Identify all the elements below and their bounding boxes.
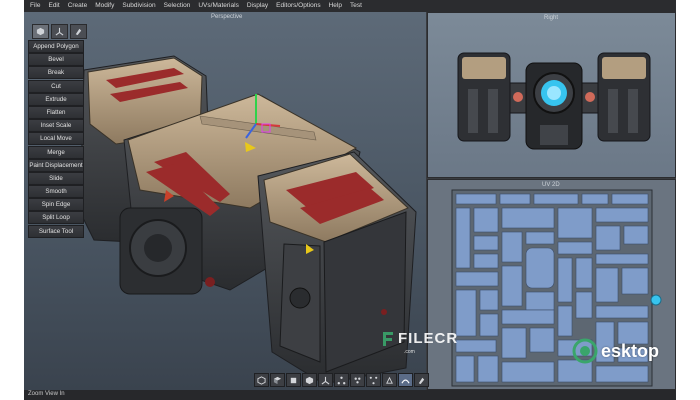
select-edge-icon[interactable] [286, 373, 301, 387]
tool-inset-scale[interactable]: Inset Scale [28, 119, 84, 133]
menu-uvs-materials[interactable]: UVs/Materials [198, 0, 238, 12]
menu-create[interactable]: Create [68, 0, 88, 12]
menu-test[interactable]: Test [350, 0, 362, 12]
scale-icon[interactable] [366, 373, 381, 387]
transform-icon[interactable] [334, 373, 349, 387]
tool-smooth[interactable]: Smooth [28, 185, 84, 199]
filecr-watermark-subtext: .com [404, 349, 415, 355]
menu-subdivision[interactable]: Subdivision [122, 0, 155, 12]
status-text: Zoom View In [28, 391, 65, 397]
filecr-watermark-text: FILECR [398, 330, 459, 347]
brush-icon[interactable] [70, 24, 87, 39]
spaceship-model-render[interactable] [24, 12, 426, 390]
menu-editors-options[interactable]: Editors/Options [276, 0, 320, 12]
menu-bar: File Edit Create Modify Subdivision Sele… [24, 0, 676, 12]
move-icon[interactable] [318, 373, 333, 387]
desktop-watermark: esktop [572, 338, 659, 364]
menu-display[interactable]: Display [247, 0, 268, 12]
select-object-icon[interactable] [254, 373, 269, 387]
tool-surface-tool[interactable]: Surface Tool [28, 224, 84, 238]
paint-icon[interactable] [414, 373, 429, 387]
tool-panel-tabs [32, 24, 87, 39]
tool-local-move[interactable]: Local Move [28, 132, 84, 146]
cube-icon[interactable] [32, 24, 49, 39]
tool-slide[interactable]: Slide [28, 171, 84, 185]
tool-split-loop[interactable]: Split Loop [28, 211, 84, 225]
tool-append-polygon[interactable]: Append Polygon [28, 40, 84, 53]
menu-file[interactable]: File [30, 0, 40, 12]
menu-help[interactable]: Help [329, 0, 342, 12]
tool-flatten[interactable]: Flatten [28, 105, 84, 119]
selection-mode-toolbar [254, 373, 429, 387]
spaceship-right-view-render[interactable] [428, 13, 676, 178]
modeling-tool-menu: Append Polygon Bevel Break Cut Extrude F… [28, 40, 84, 238]
tool-extrude[interactable]: Extrude [28, 92, 84, 106]
tool-spin-edge[interactable]: Spin Edge [28, 198, 84, 212]
perspective-viewport[interactable]: Perspective Append Polygon Bevel Break C… [24, 12, 426, 390]
desktop-watermark-text: esktop [601, 340, 660, 361]
rotate-icon[interactable] [350, 373, 365, 387]
right-viewport[interactable]: Right [427, 12, 676, 178]
tool-cut[interactable]: Cut [28, 79, 84, 93]
tool-paint-displacement[interactable]: Paint Displacement [28, 158, 84, 172]
tweak-icon[interactable] [382, 373, 397, 387]
select-vertex-icon[interactable] [302, 373, 317, 387]
menu-modify[interactable]: Modify [95, 0, 114, 12]
filecr-logo-icon [383, 331, 393, 346]
menu-edit[interactable]: Edit [48, 0, 59, 12]
tool-break[interactable]: Break [28, 66, 84, 80]
tool-bevel[interactable]: Bevel [28, 53, 84, 67]
filecr-watermark: FILECR [381, 330, 458, 347]
snap-icon[interactable] [398, 373, 413, 387]
axis-icon[interactable] [51, 24, 68, 39]
menu-selection[interactable]: Selection [164, 0, 191, 12]
status-bar: Zoom View In [24, 390, 676, 400]
desktop-logo-icon [572, 338, 598, 364]
tool-merge[interactable]: Merge [28, 145, 84, 159]
select-face-icon[interactable] [270, 373, 285, 387]
modeling-app-window: File Edit Create Modify Subdivision Sele… [24, 0, 676, 400]
